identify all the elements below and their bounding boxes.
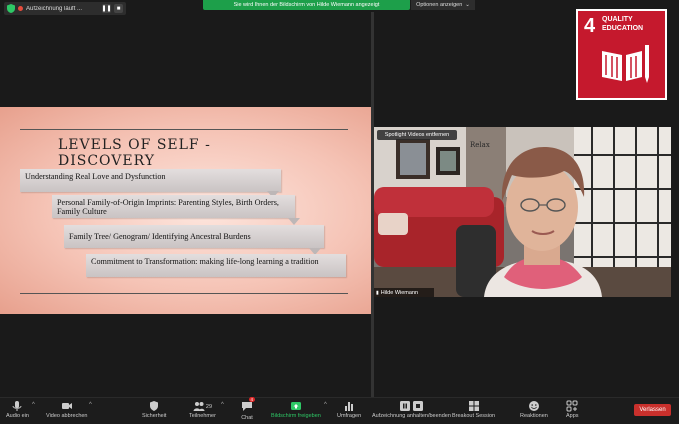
security-button[interactable]: Sicherheit: [142, 400, 166, 419]
reactions-button[interactable]: Reaktionen: [520, 400, 548, 419]
recording-controls-label: Aufzeichnung anhalten/beenden: [372, 413, 451, 419]
shield-icon: [150, 401, 159, 411]
mic-icon: ▮: [376, 289, 379, 296]
share-screen-label: Bildschirm freigeben: [271, 413, 321, 419]
shared-slide: LEVELS OF SELF - DISCOVERY Understanding…: [0, 107, 371, 314]
sdg-title-line2: EDUCATION: [602, 25, 644, 32]
participants-count: 29: [205, 403, 213, 410]
audio-options-caret[interactable]: ^: [32, 402, 35, 408]
chat-badge: 4: [249, 397, 255, 402]
share-options-caret[interactable]: ^: [324, 402, 327, 408]
remove-spotlight-label: Spotlight Videos entfernen: [384, 132, 450, 138]
participants-button[interactable]: 29 Teilnehmer: [189, 400, 216, 419]
pause-recording-button[interactable]: ❚❚: [101, 4, 112, 13]
participants-options-caret[interactable]: ^: [221, 402, 224, 408]
video-options-caret[interactable]: ^: [89, 402, 92, 408]
shield-icon: [7, 4, 15, 13]
slide-step-2: Personal Family-of-Origin Imprints: Pare…: [52, 195, 295, 218]
view-options-label: Optionen anzeigen: [416, 2, 463, 8]
audio-label: Audio ein: [6, 413, 29, 419]
down-arrow-icon: [288, 218, 300, 225]
slide-step-1: Understanding Real Love and Dysfunction: [20, 169, 281, 192]
apps-button[interactable]: Apps: [566, 400, 579, 419]
remove-spotlight-button[interactable]: Spotlight Videos entfernen: [377, 130, 457, 140]
polls-button[interactable]: Umfragen: [337, 400, 361, 419]
leave-button[interactable]: Verlassen: [634, 404, 671, 416]
share-screen-icon: [290, 402, 301, 410]
participants-label: Teilnehmer: [189, 413, 216, 419]
apps-icon: [566, 400, 578, 412]
record-dot-icon: [18, 6, 23, 11]
participant-name-tag: ▮ Hilde Wiemann: [374, 288, 434, 297]
share-banner-text: Sie wird Ihnen der Bildschirm von Hilde …: [233, 2, 380, 8]
chevron-down-icon: ⌄: [465, 2, 470, 8]
audio-button[interactable]: Audio ein: [6, 400, 29, 419]
apps-label: Apps: [566, 413, 579, 419]
smiley-icon: [528, 401, 539, 411]
screen-share-banner: Sie wird Ihnen der Bildschirm von Hilde …: [203, 0, 410, 10]
recording-label: Aufzeichnung läuft ...: [26, 5, 83, 12]
speaker-video[interactable]: Relax: [374, 127, 671, 297]
leave-label: Verlassen: [639, 407, 666, 413]
pause-icon: [399, 401, 410, 411]
reactions-label: Reaktionen: [520, 413, 548, 419]
wall-sign-text: Relax: [470, 141, 490, 149]
slide-divider-bottom: [20, 293, 348, 294]
slide-divider-top: [20, 129, 348, 130]
video-frame-image: Relax: [374, 127, 671, 297]
stop-recording-button[interactable]: ■: [114, 4, 123, 13]
slide-step-4: Commitment to Transformation: making lif…: [86, 254, 346, 277]
chat-button[interactable]: 4 Chat: [241, 397, 255, 421]
polls-label: Umfragen: [337, 413, 362, 419]
stop-icon: [412, 401, 423, 411]
poll-chart-icon: [345, 402, 354, 411]
slide-title: LEVELS OF SELF - DISCOVERY: [58, 137, 211, 169]
chat-label: Chat: [241, 415, 253, 421]
sdg-title-line1: QUALITY: [602, 16, 633, 23]
recording-indicator[interactable]: Aufzeichnung läuft ... ❚❚ ■: [4, 2, 126, 15]
video-label: Video abbrechen: [46, 413, 88, 419]
camera-icon: [61, 403, 72, 409]
slide-step-3: Family Tree/ Genogram/ Identifying Ances…: [64, 225, 324, 248]
participants-icon: [193, 402, 205, 411]
video-button[interactable]: Video abbrechen: [46, 400, 88, 419]
share-screen-button[interactable]: Bildschirm freigeben: [271, 400, 321, 419]
participant-name: Hilde Wiemann: [380, 289, 419, 296]
breakout-session-label: Breakout Session: [452, 413, 496, 419]
view-options-button[interactable]: Optionen anzeigen ⌄: [411, 0, 475, 10]
breakout-grid-icon: [468, 401, 479, 411]
security-label: Sicherheit: [142, 413, 167, 419]
microphone-icon: [12, 401, 22, 411]
recording-controls-button[interactable]: Aufzeichnung anhalten/beenden: [372, 400, 451, 419]
breakout-session-button[interactable]: Breakout Session: [452, 400, 495, 419]
book-pencil-icon: [602, 45, 649, 83]
sdg-number: 4: [584, 15, 596, 37]
